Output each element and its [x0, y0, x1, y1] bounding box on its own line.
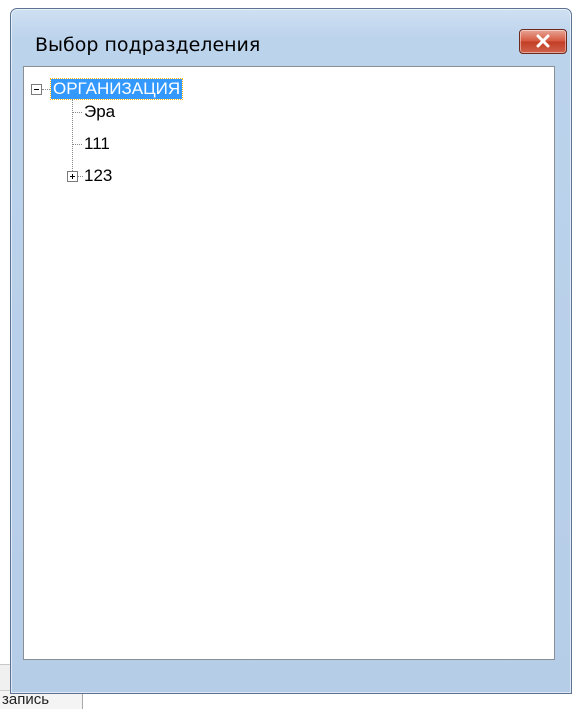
tree-node-root[interactable]: ОРГАНИЗАЦИЯ	[49, 78, 184, 100]
tree-connector	[42, 89, 50, 90]
department-tree[interactable]: ОРГАНИЗАЦИЯ Эра 111 123	[23, 66, 555, 660]
tree-node-111[interactable]: 111	[84, 134, 110, 154]
tree-connector	[72, 144, 82, 145]
window-title: Выбор подразделения	[35, 34, 261, 56]
close-icon	[536, 34, 550, 48]
tree-node-era[interactable]: Эра	[84, 102, 115, 122]
expand-icon[interactable]	[67, 171, 78, 182]
close-button[interactable]	[519, 29, 567, 54]
tree-node-123[interactable]: 123	[84, 166, 112, 186]
tree-connector	[78, 176, 83, 177]
tree-connector	[72, 99, 73, 179]
collapse-icon[interactable]	[31, 84, 42, 95]
dialog-window: Выбор подразделения ОРГАНИЗАЦИЯ Эра 111 …	[10, 8, 572, 694]
tree-connector	[72, 112, 82, 113]
